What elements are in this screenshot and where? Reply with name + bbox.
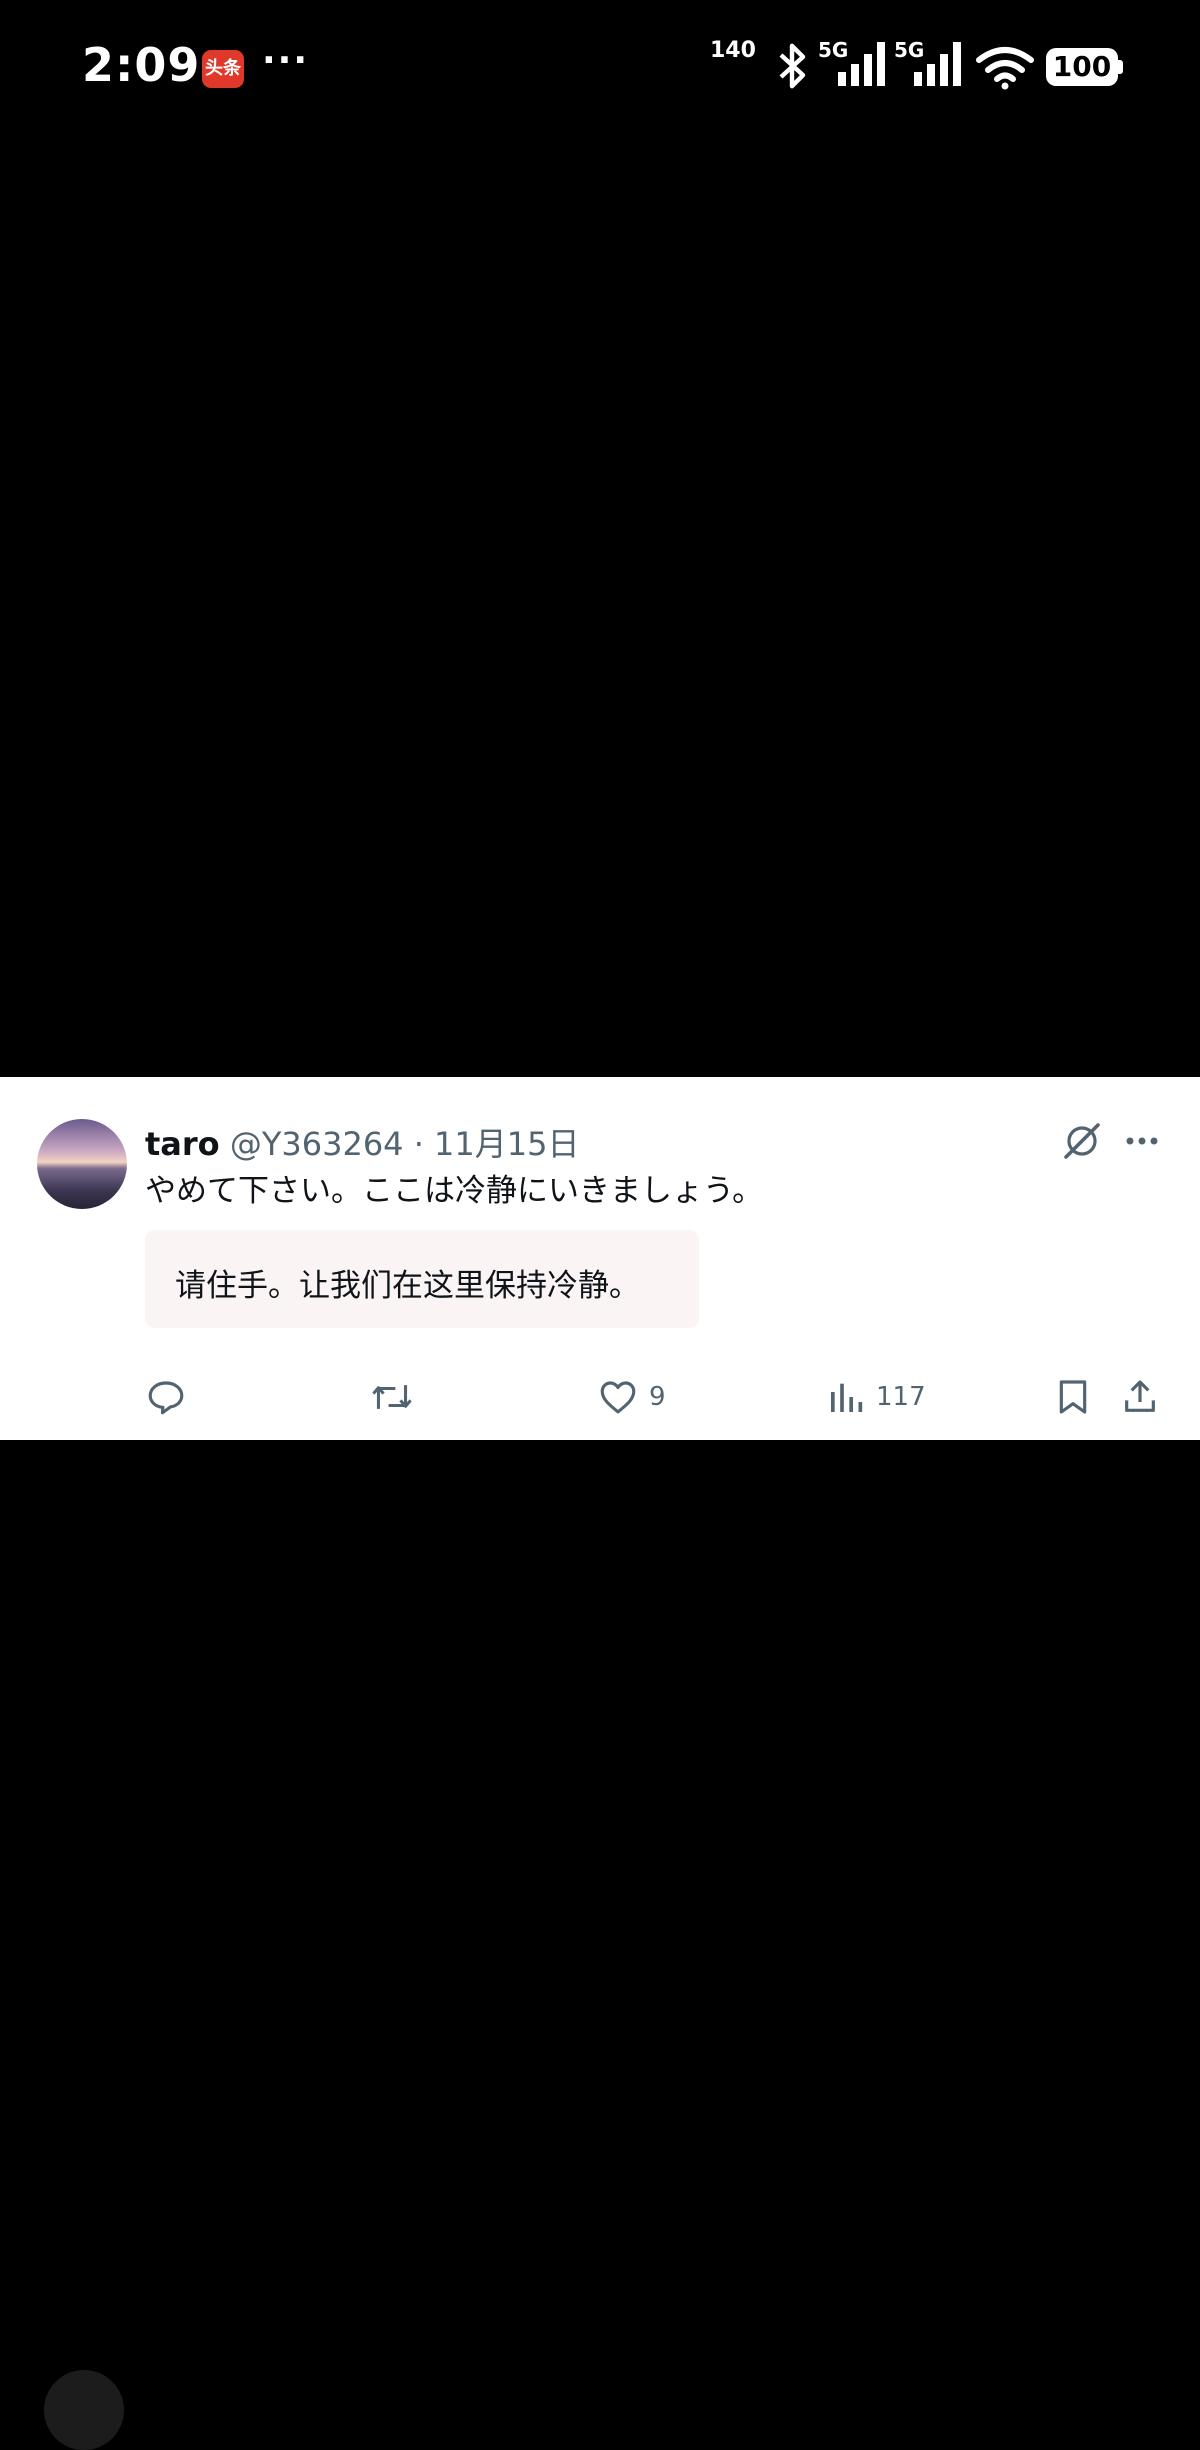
translation-box: 请住手。让我们在这里保持冷静。 [145,1230,699,1328]
post-date[interactable]: 11月15日 [434,1125,579,1163]
view-count: 117 [876,1382,926,1412]
share-button[interactable] [1120,1375,1160,1419]
more-notifications-icon: ··· [262,40,310,81]
signal-2-icon [914,42,961,86]
views-button[interactable]: 117 [826,1375,926,1419]
heart-icon [600,1381,636,1414]
status-time: 2:09 [82,38,201,92]
post-card[interactable]: taro @Y363264 · 11月15日 やめて下さい。ここは冷静にいきまし… [0,1077,1200,1440]
avatar[interactable] [37,1119,127,1209]
user-handle[interactable]: @Y363264 [230,1125,404,1163]
battery-tip [1118,60,1123,74]
wifi-icon [976,47,1034,90]
post-text: やめて下さい。ここは冷静にいきましょう。 [145,1173,764,1209]
repost-icon [372,1385,412,1409]
post-header: taro @Y363264 · 11月15日 [145,1119,580,1165]
grok-icon[interactable] [1060,1119,1104,1163]
battery-level: 100 [1046,48,1118,86]
reply-icon [148,1381,184,1415]
bookmark-icon [1059,1380,1087,1414]
floating-button[interactable] [44,2370,124,2450]
reply-button[interactable] [145,1375,197,1419]
signal-1-icon [838,42,885,86]
display-name[interactable]: taro [145,1125,220,1163]
more-icon[interactable] [1122,1119,1162,1163]
status-bar: 2:09 头条 ··· 140 5G 5G 100 [0,0,1200,140]
repost-button[interactable] [370,1375,424,1419]
like-count: 9 [649,1382,666,1412]
app-notification-icon: 头条 [202,50,244,88]
separator: · [403,1125,435,1163]
bookmark-button[interactable] [1053,1375,1093,1419]
network-speed: 140 [710,38,756,63]
views-icon [831,1383,863,1412]
like-button[interactable]: 9 [597,1375,666,1419]
share-icon [1125,1380,1155,1412]
bluetooth-icon [779,43,806,89]
translation-text: 请住手。让我们在这里保持冷静。 [175,1268,640,1304]
